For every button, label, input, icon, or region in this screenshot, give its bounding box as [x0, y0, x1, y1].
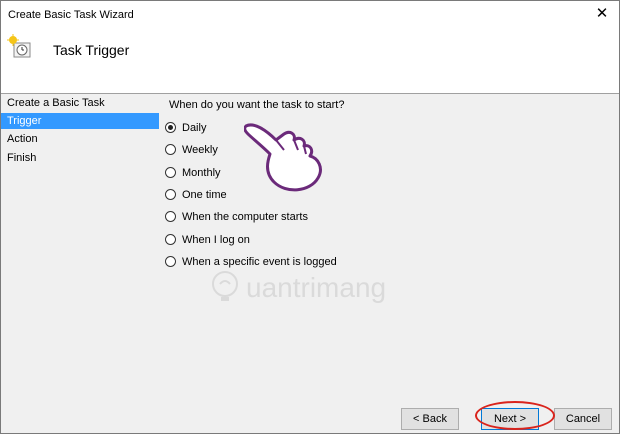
close-icon[interactable]: ✕: [593, 5, 611, 23]
option-label: Weekly: [182, 144, 218, 156]
window-title: Create Basic Task Wizard: [8, 9, 134, 21]
watermark: uantrimang: [210, 268, 410, 308]
back-button[interactable]: < Back: [401, 408, 459, 430]
radio-button[interactable]: [165, 256, 176, 267]
radio-button[interactable]: [165, 211, 176, 222]
next-highlight-ring: [475, 401, 555, 430]
sidebar-item-create-task[interactable]: Create a Basic Task: [1, 95, 159, 111]
watermark-text: uantrimang: [246, 272, 387, 303]
radio-button[interactable]: [165, 144, 176, 155]
radio-button[interactable]: [165, 122, 176, 133]
option-label: One time: [182, 189, 227, 201]
option-label: Daily: [182, 122, 207, 134]
title-bar: Create Basic Task Wizard ✕: [1, 1, 619, 30]
wizard-header: Task Trigger: [1, 30, 619, 93]
trigger-question: When do you want the task to start?: [169, 99, 345, 111]
page-title: Task Trigger: [53, 42, 130, 58]
trigger-options: When do you want the task to start? Dail…: [165, 94, 609, 401]
radio-button[interactable]: [165, 189, 176, 200]
pointing-hand-icon: [244, 123, 322, 192]
wizard-steps: Create a Basic Task Trigger Action Finis…: [1, 94, 159, 401]
clock-task-icon: [7, 34, 31, 58]
cancel-button[interactable]: Cancel: [554, 408, 612, 430]
wizard-window: Create Basic Task Wizard ✕ Task Trigger …: [0, 0, 620, 434]
option-label: When the computer starts: [182, 211, 308, 223]
sidebar-item-trigger[interactable]: Trigger: [1, 113, 159, 129]
option-label: Monthly: [182, 167, 221, 179]
radio-button[interactable]: [165, 167, 176, 178]
lightbulb-icon: [212, 271, 238, 301]
radio-button[interactable]: [165, 234, 176, 245]
sidebar-item-finish[interactable]: Finish: [1, 150, 159, 166]
option-label: When I log on: [182, 234, 250, 246]
sidebar-item-action[interactable]: Action: [1, 131, 159, 147]
